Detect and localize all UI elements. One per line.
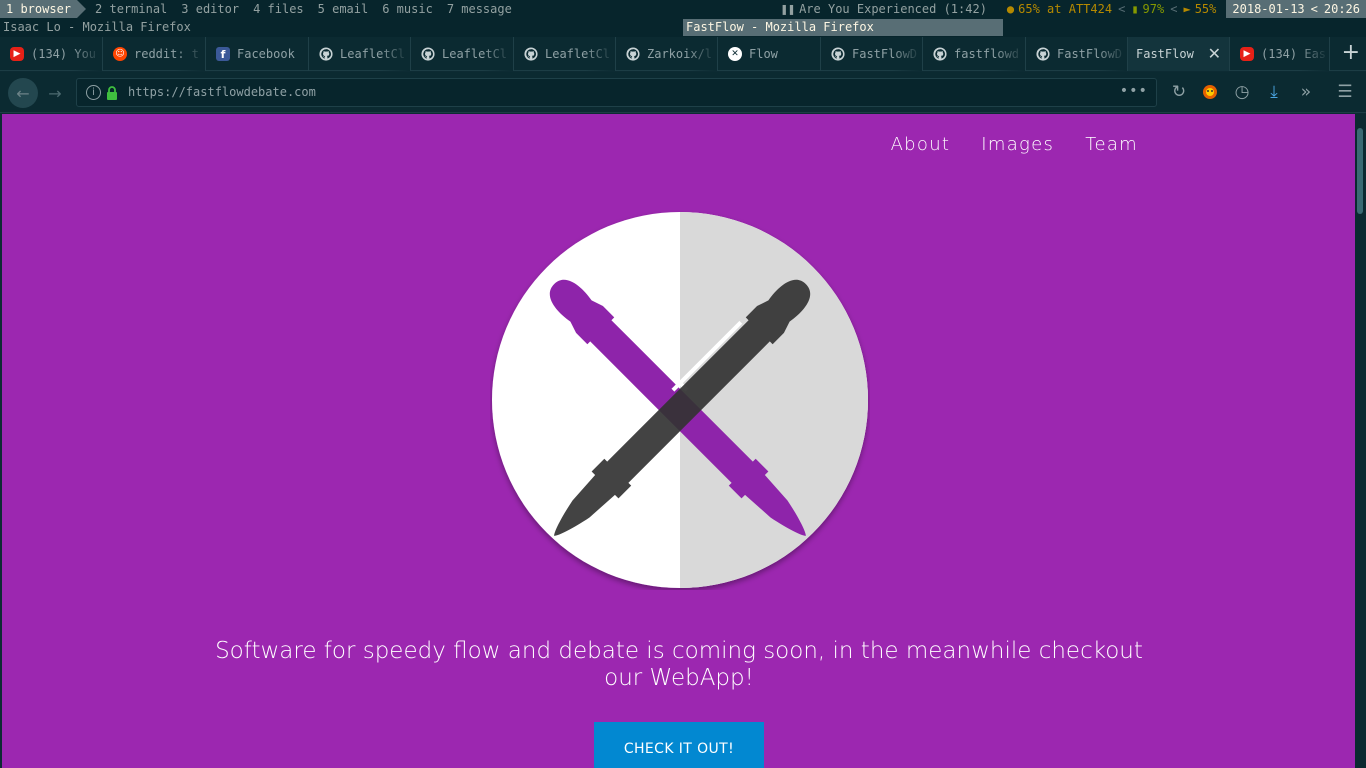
nav-link-images[interactable]: Images [981,134,1054,155]
separator-icon: < [1170,2,1178,16]
tab-github-4[interactable]: Zarkoix/l [616,37,718,71]
workspace-6[interactable]: 6 music [374,0,439,18]
tab-fastflow-active[interactable]: FastFlow ✕ [1128,37,1230,71]
tab-fade [687,37,717,71]
tab-fade [380,37,410,71]
workspace-1[interactable]: 1 browser [0,0,87,18]
close-tab-icon[interactable]: ✕ [1208,45,1221,63]
workspace-list: 1 browser 2 terminal 3 editor 4 files 5 … [0,0,518,18]
workspace-5[interactable]: 5 email [310,0,375,18]
fastflow-logo [492,212,868,588]
tab-github-6[interactable]: fastflowd [923,37,1026,71]
tab-reddit[interactable]: ☺ reddit: t [103,37,206,71]
tab-github-1[interactable]: LeafletCl [309,37,411,71]
unfocused-window-title[interactable]: Isaac Lo - Mozilla Firefox [3,18,191,37]
workspace-3[interactable]: 3 editor [173,0,245,18]
tab-youtube-1[interactable]: ▶ (134) You [0,37,103,71]
nav-link-team[interactable]: Team [1085,134,1138,155]
check-it-out-button[interactable]: CHECK IT OUT! [594,722,764,768]
github-icon [319,47,333,61]
tab-fade [892,37,922,71]
menu-icon[interactable]: ☰ [1332,78,1358,106]
url-text[interactable]: https://fastflowdebate.com [128,79,316,106]
youtube-icon: ▶ [10,47,24,61]
nav-link-about[interactable]: About [891,134,951,155]
tab-fade [72,37,102,71]
tab-github-2[interactable]: LeafletCl [411,37,514,71]
separator-icon: < [1310,0,1318,18]
tab-fade [1097,37,1127,71]
tab-fade [175,37,205,71]
scrollbar[interactable] [1355,114,1366,768]
system-status-bar: 1 browser 2 terminal 3 editor 4 files 5 … [0,0,1366,18]
workspace-4[interactable]: 4 files [245,0,310,18]
github-icon [524,47,538,61]
navigation-toolbar: ← → i https://fastflowdebate.com ••• ↻ ◷… [0,72,1366,113]
reddit-icon: ☺ [113,47,127,61]
tab-label: Flow [749,47,778,61]
forward-button[interactable]: → [40,78,70,108]
tab-github-3[interactable]: LeafletCl [514,37,616,71]
scrollbar-thumb[interactable] [1357,128,1363,214]
separator-icon: < [1118,2,1126,16]
site-navigation: About Images Team [891,134,1138,155]
wifi-status: 65% at ATT424 [1018,2,1113,16]
wifi-icon: ● [1006,2,1015,16]
tab-label: Facebook [237,47,295,61]
tab-fade [995,37,1025,71]
battery-status: 97% [1142,2,1165,16]
tab-youtube-2[interactable]: ▶ (134) Eas [1230,37,1330,71]
tab-facebook[interactable]: f Facebook [206,37,309,71]
volume-icon: ► [1183,2,1191,16]
github-icon [626,47,640,61]
back-button[interactable]: ← [8,78,38,108]
tab-fade [483,37,513,71]
github-icon [933,47,947,61]
window-title-bar: Isaac Lo - Mozilla Firefox FastFlow - Mo… [0,18,1366,37]
time-status: 20:26 [1317,0,1366,18]
tab-strip: ▶ (134) You ☺ reddit: t f Facebook Leafl… [0,37,1366,71]
music-status: Are You Experienced (1:42) [799,2,987,16]
youtube-icon: ▶ [1240,47,1254,61]
focused-window-title[interactable]: FastFlow - Mozilla Firefox [683,19,1003,36]
tab-github-7[interactable]: FastFlowD [1026,37,1128,71]
tab-label: FastFlow [1136,47,1194,61]
battery-icon: ▮ [1131,2,1139,16]
tab-github-5[interactable]: FastFlowD [821,37,923,71]
github-icon [1036,47,1050,61]
extension-fox-icon[interactable] [1197,78,1223,106]
reload-icon[interactable]: ↻ [1166,78,1192,106]
flow-icon: ✕ [728,47,742,61]
volume-status: 55% [1194,2,1217,16]
facebook-icon: f [216,47,230,61]
workspace-2[interactable]: 2 terminal [87,0,173,18]
date-status: 2018-01-13 [1226,0,1311,18]
workspace-7[interactable]: 7 message [439,0,518,18]
site-info-icon[interactable]: i [86,85,101,100]
overflow-chevron-icon[interactable]: » [1293,78,1319,106]
tagline: Software for speedy flow and debate is c… [215,638,1143,691]
status-blocks: ❚❚ Are You Experienced (1:42) ● 65% at A… [775,0,1366,18]
tab-fade [1299,37,1329,71]
page-actions-icon[interactable]: ••• [1120,79,1148,104]
download-icon[interactable]: ⤓ [1261,78,1287,106]
url-bar[interactable]: i https://fastflowdebate.com ••• [76,78,1157,107]
github-icon [421,47,435,61]
history-icon[interactable]: ◷ [1229,78,1255,106]
github-icon [831,47,845,61]
tab-fade [585,37,615,71]
lock-icon [107,86,117,100]
pause-icon: ❚❚ [780,2,796,16]
page-content: About Images Team Software for speedy fl… [2,114,1355,768]
tab-flow[interactable]: ✕ Flow [718,37,821,71]
new-tab-button[interactable]: + [1342,42,1360,64]
